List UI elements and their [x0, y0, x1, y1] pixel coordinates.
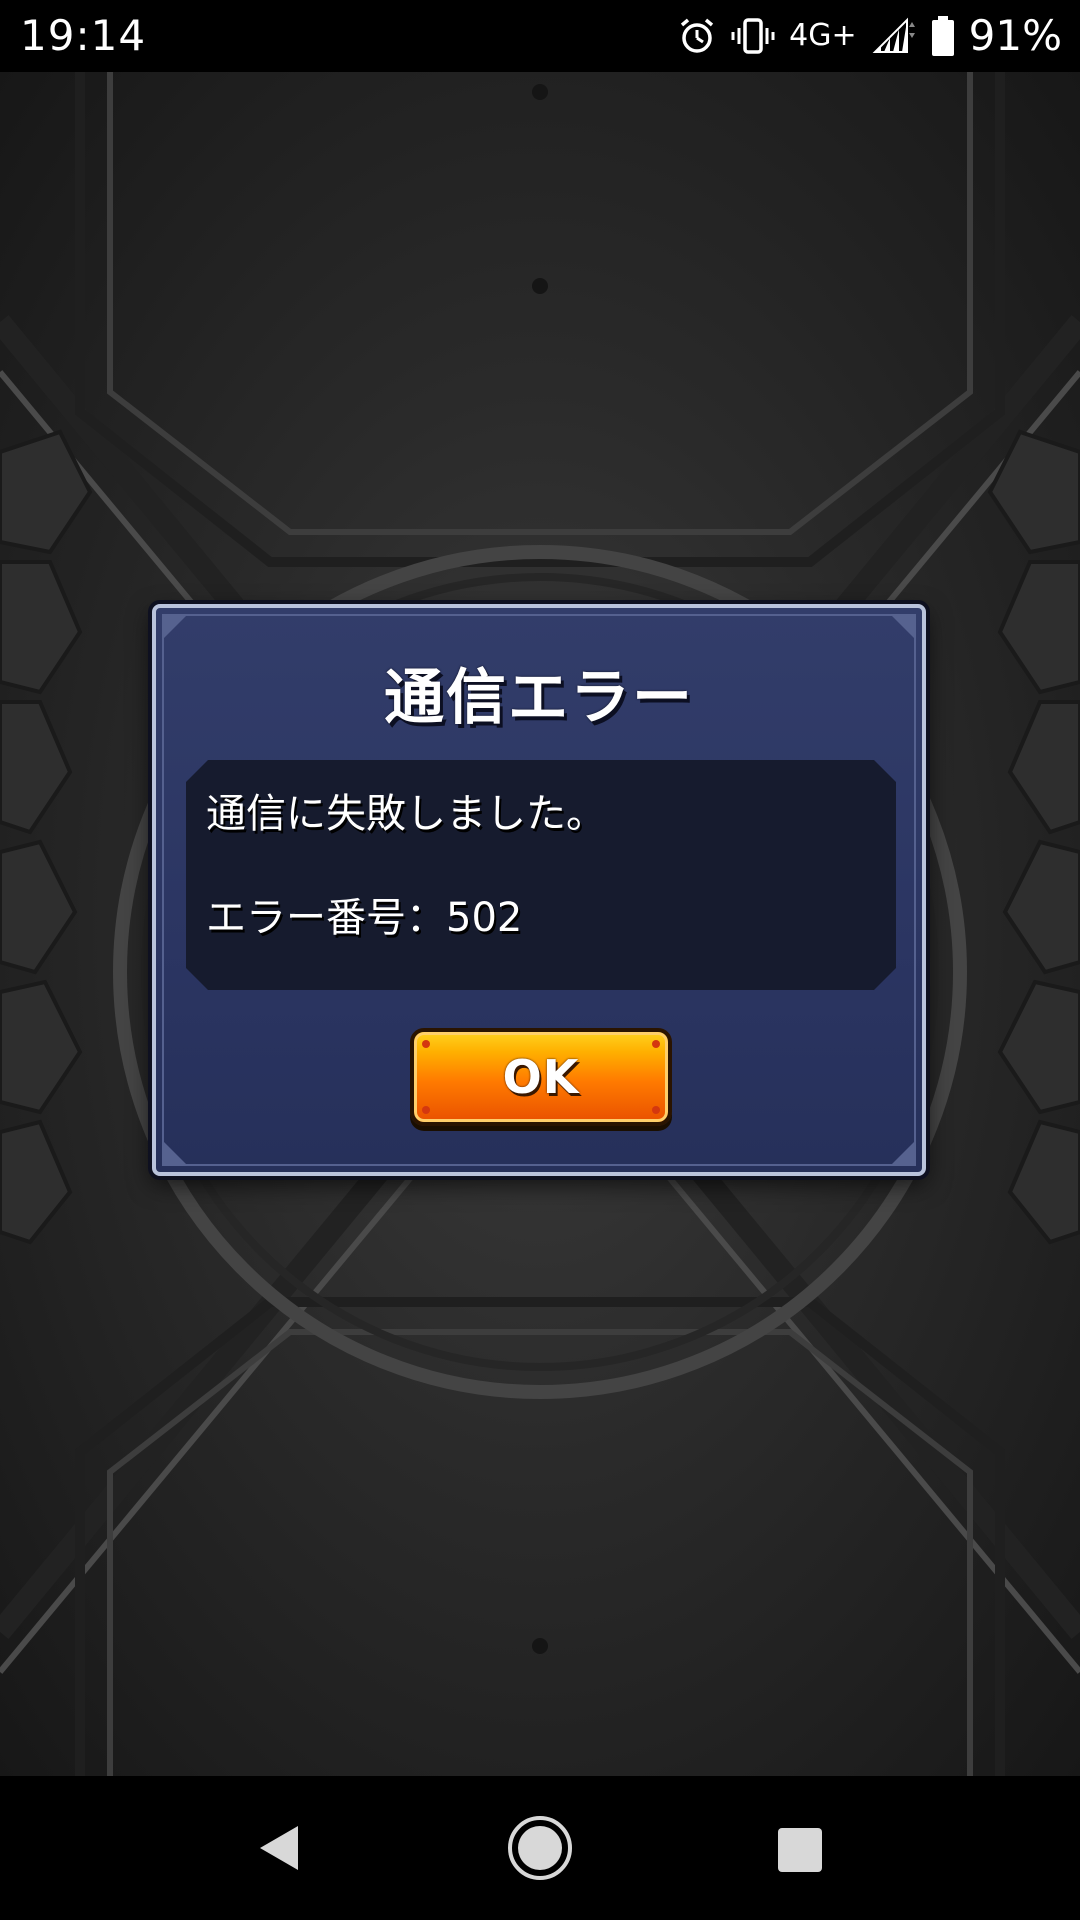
- network-type-label: 4G+: [789, 18, 857, 53]
- screen: 19:14 4G+ 91% 通信エラー 通信に失敗しました。 エラー番号：502…: [0, 0, 1080, 1920]
- error-code: エラー番号：502: [206, 895, 523, 941]
- battery-icon: [931, 15, 955, 57]
- status-icons: 4G+ 91%: [677, 8, 1062, 64]
- vibrate-icon: [731, 16, 775, 56]
- ok-button[interactable]: OK: [410, 1028, 672, 1126]
- dialog-title: 通信エラー: [384, 663, 694, 733]
- ok-button-label: OK: [502, 1050, 580, 1104]
- signal-icon: [871, 16, 917, 56]
- status-bar: 19:14 4G+ 91%: [0, 0, 1080, 72]
- dialog-corner: [162, 614, 188, 640]
- dialog-corner: [162, 1140, 188, 1166]
- dialog-corner: [890, 614, 916, 640]
- recents-icon[interactable]: [758, 1808, 838, 1888]
- alarm-icon: [677, 16, 717, 56]
- status-time: 19:14: [20, 11, 147, 60]
- navigation-bar: [0, 1776, 1080, 1920]
- dialog-corner: [890, 1140, 916, 1166]
- message-box: 通信に失敗しました。 エラー番号：502: [186, 760, 896, 990]
- error-dialog: 通信エラー 通信に失敗しました。 エラー番号：502 OK: [152, 604, 926, 1176]
- error-message: 通信に失敗しました。: [206, 791, 606, 837]
- battery-percentage: 91%: [968, 11, 1062, 60]
- back-icon[interactable]: [240, 1808, 320, 1888]
- home-icon[interactable]: [500, 1808, 580, 1888]
